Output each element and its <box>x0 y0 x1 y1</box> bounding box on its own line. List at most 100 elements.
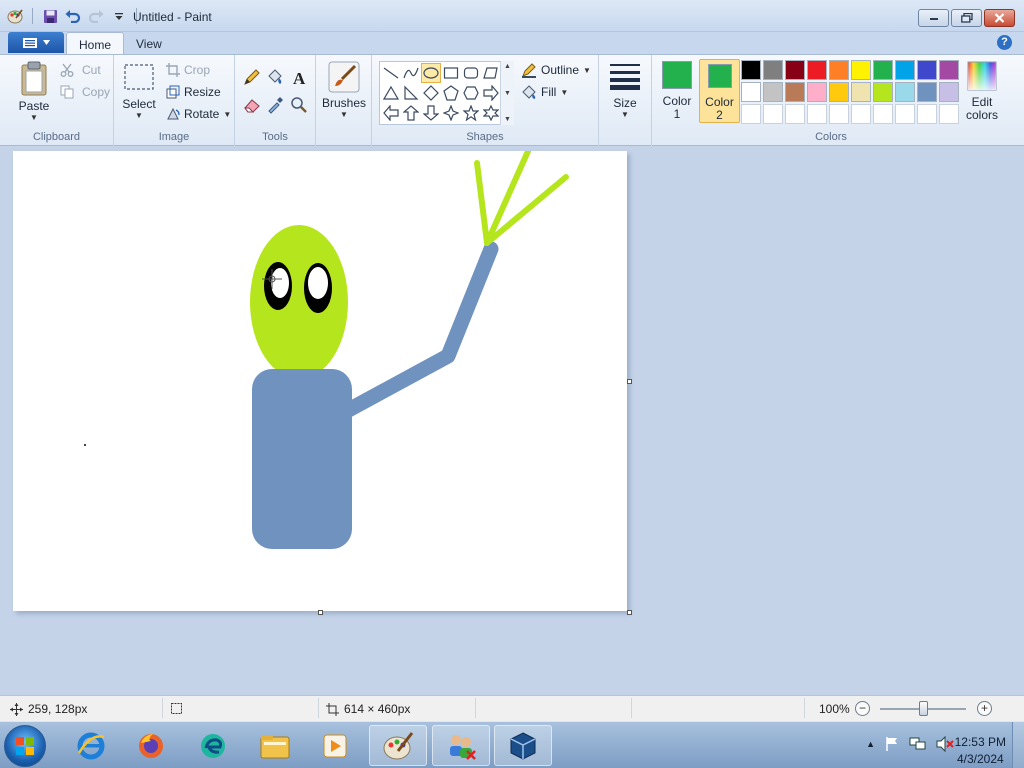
palette-color-swatch[interactable] <box>829 60 849 80</box>
volume-muted-icon[interactable] <box>936 736 954 752</box>
close-button[interactable] <box>984 9 1015 27</box>
taskbar-media-player[interactable] <box>306 725 364 766</box>
brushes-button[interactable]: Brushes ▼ <box>322 60 366 119</box>
drawing-canvas[interactable] <box>13 151 627 611</box>
copy-button[interactable]: Copy <box>60 83 110 101</box>
cut-button[interactable]: Cut <box>60 61 101 79</box>
five-point-star-shape-icon[interactable] <box>461 103 481 123</box>
palette-color-swatch[interactable] <box>741 104 761 124</box>
zoom-slider-thumb[interactable] <box>919 701 928 716</box>
palette-color-swatch[interactable] <box>917 60 937 80</box>
palette-color-swatch[interactable] <box>785 82 805 102</box>
eraser-icon[interactable] <box>242 95 262 115</box>
select-button[interactable]: Select ▼ <box>120 63 158 120</box>
taskbar-firefox[interactable] <box>122 725 180 766</box>
pencil-icon[interactable] <box>242 67 262 87</box>
palette-color-swatch[interactable] <box>873 82 893 102</box>
palette-color-swatch[interactable] <box>917 82 937 102</box>
palette-color-swatch[interactable] <box>741 82 761 102</box>
paste-button[interactable]: Paste ▼ <box>14 61 54 122</box>
taskbar-paint[interactable] <box>369 725 427 766</box>
taskbar-edge[interactable] <box>184 725 242 766</box>
paint-app-icon[interactable] <box>6 7 24 25</box>
text-tool-icon[interactable]: A <box>289 67 309 87</box>
network-icon[interactable] <box>909 736 927 752</box>
oval-shape-icon[interactable] <box>421 63 441 83</box>
outline-button[interactable]: Outline ▼ <box>521 61 591 79</box>
zoom-in-button[interactable]: + <box>977 701 992 716</box>
taskbar-file-explorer[interactable] <box>246 725 304 766</box>
palette-color-swatch[interactable] <box>741 60 761 80</box>
palette-color-swatch[interactable] <box>895 104 915 124</box>
palette-color-swatch[interactable] <box>807 104 827 124</box>
down-arrow-shape-icon[interactable] <box>421 103 441 123</box>
palette-color-swatch[interactable] <box>829 82 849 102</box>
palette-color-swatch[interactable] <box>917 104 937 124</box>
expand-gallery-icon[interactable]: ▼ <box>504 116 511 123</box>
diamond-shape-icon[interactable] <box>421 83 441 103</box>
palette-color-swatch[interactable] <box>851 60 871 80</box>
six-point-star-shape-icon[interactable] <box>481 103 501 123</box>
palette-color-swatch[interactable] <box>939 82 959 102</box>
undo-icon[interactable] <box>64 7 82 25</box>
palette-color-swatch[interactable] <box>939 104 959 124</box>
palette-color-swatch[interactable] <box>895 82 915 102</box>
show-hidden-icons-chevron-up-icon[interactable]: ▲ <box>866 739 875 749</box>
taskbar-network-tool[interactable] <box>432 725 490 766</box>
tab-view[interactable]: View <box>124 32 174 54</box>
size-button[interactable]: Size ▼ <box>605 61 645 119</box>
line-shape-icon[interactable] <box>381 63 401 83</box>
curve-shape-icon[interactable] <box>401 63 421 83</box>
customize-qat-dropdown-icon[interactable] <box>110 7 128 25</box>
triangle-shape-icon[interactable] <box>381 83 401 103</box>
color2-button[interactable]: Color 2 <box>699 59 740 123</box>
right-triangle-shape-icon[interactable] <box>401 83 421 103</box>
rectangle-shape-icon[interactable] <box>441 63 461 83</box>
polygon-shape-icon[interactable] <box>481 63 501 83</box>
hexagon-shape-icon[interactable] <box>461 83 481 103</box>
palette-color-swatch[interactable] <box>807 60 827 80</box>
minimize-button[interactable] <box>918 9 949 27</box>
help-icon[interactable]: ? <box>997 35 1012 50</box>
rotate-button[interactable]: Rotate ▼ <box>166 105 231 123</box>
redo-icon[interactable] <box>87 7 105 25</box>
color1-button[interactable]: Color 1 <box>658 61 696 121</box>
up-arrow-shape-icon[interactable] <box>401 103 421 123</box>
palette-color-swatch[interactable] <box>807 82 827 102</box>
shapes-gallery-scroll[interactable]: ▲ ▼ ▼ <box>500 61 514 125</box>
tab-home[interactable]: Home <box>66 32 125 54</box>
taskbar-clock[interactable]: 12:53 PM 4/3/2024 <box>955 734 1006 768</box>
resize-handle-bottom[interactable] <box>318 610 323 615</box>
chevron-up-icon[interactable]: ▲ <box>504 63 511 70</box>
taskbar-internet-explorer[interactable] <box>62 725 120 766</box>
resize-handle-right[interactable] <box>627 379 632 384</box>
palette-color-swatch[interactable] <box>939 60 959 80</box>
palette-color-swatch[interactable] <box>763 60 783 80</box>
palette-color-swatch[interactable] <box>829 104 849 124</box>
start-button[interactable] <box>4 725 46 767</box>
palette-color-swatch[interactable] <box>785 104 805 124</box>
left-arrow-shape-icon[interactable] <box>381 103 401 123</box>
palette-color-swatch[interactable] <box>851 104 871 124</box>
taskbar-virtualbox[interactable] <box>494 725 552 766</box>
palette-color-swatch[interactable] <box>873 104 893 124</box>
crop-button[interactable]: Crop <box>166 61 210 79</box>
palette-color-swatch[interactable] <box>785 60 805 80</box>
rounded-rectangle-shape-icon[interactable] <box>461 63 481 83</box>
save-icon[interactable] <box>41 7 59 25</box>
resize-handle-corner[interactable] <box>627 610 632 615</box>
magnifier-icon[interactable] <box>289 95 309 115</box>
maximize-button[interactable] <box>951 9 982 27</box>
resize-button[interactable]: Resize <box>166 83 221 101</box>
palette-color-swatch[interactable] <box>873 60 893 80</box>
palette-color-swatch[interactable] <box>851 82 871 102</box>
palette-color-swatch[interactable] <box>763 82 783 102</box>
show-desktop-button[interactable] <box>1012 722 1024 768</box>
right-arrow-shape-icon[interactable] <box>481 83 501 103</box>
four-point-star-shape-icon[interactable] <box>441 103 461 123</box>
pentagon-shape-icon[interactable] <box>441 83 461 103</box>
action-center-flag-icon[interactable] <box>884 736 900 752</box>
palette-color-swatch[interactable] <box>895 60 915 80</box>
zoom-out-button[interactable]: − <box>855 701 870 716</box>
color-picker-icon[interactable] <box>265 95 285 115</box>
